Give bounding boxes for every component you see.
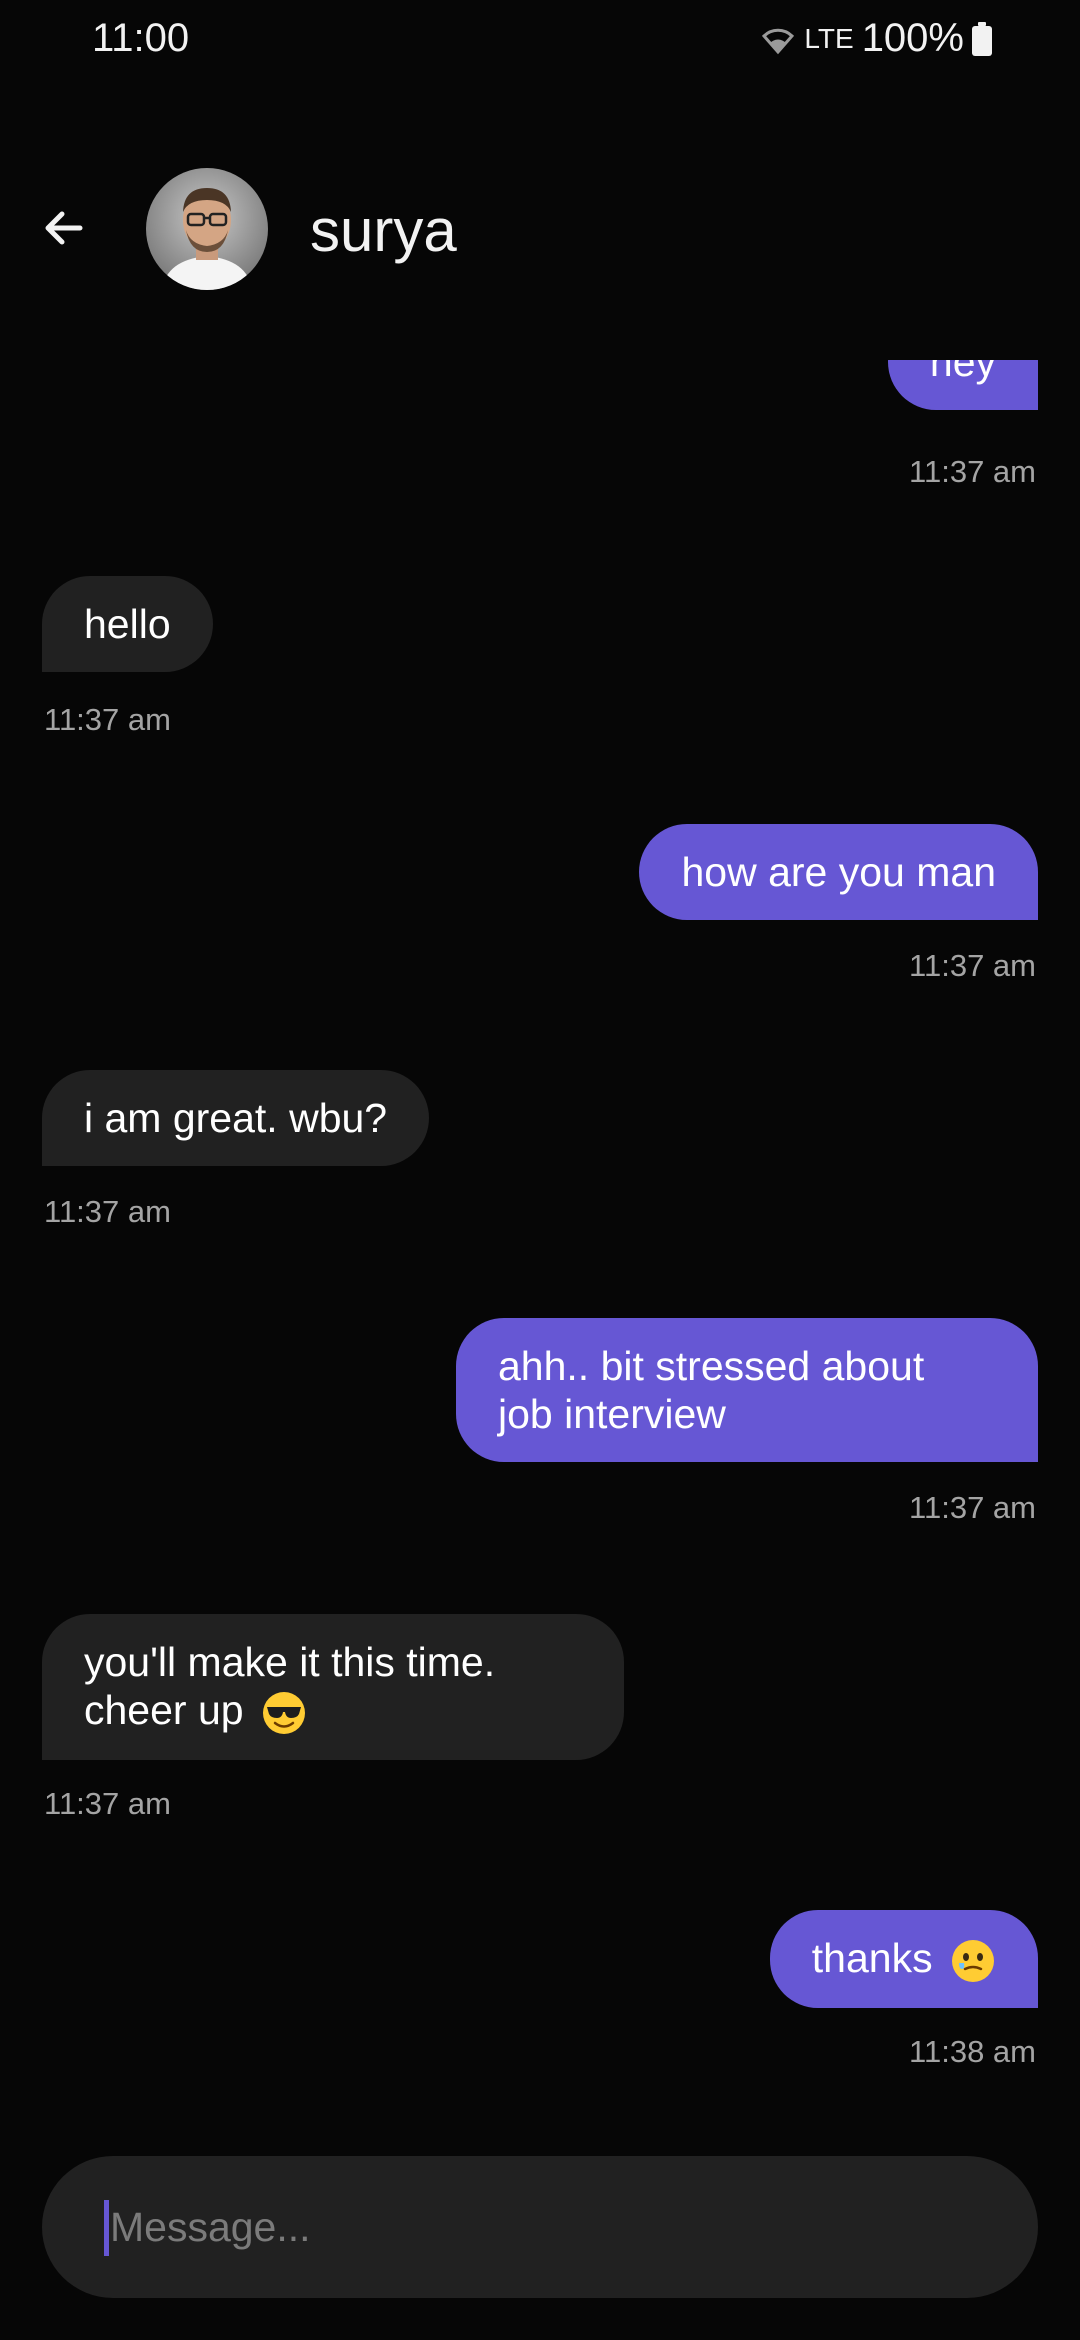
- message-text-line: job interview: [498, 1391, 726, 1437]
- message-bubble-sent[interactable]: how are you man: [639, 824, 1038, 920]
- message-timestamp: 11:37 am: [44, 1194, 171, 1229]
- arrow-left-icon: [45, 211, 83, 245]
- battery-percent: 100%: [861, 16, 964, 60]
- message-list[interactable]: hey 11:37 am hello 11:37 am how are you …: [0, 360, 1080, 2100]
- message-bubble-received[interactable]: i am great. wbu?: [42, 1070, 430, 1166]
- contact-photo: [146, 168, 268, 290]
- message-bubble-sent[interactable]: hey: [887, 360, 1038, 410]
- message-bubble-received[interactable]: you'll make it this time. cheer up: [42, 1614, 624, 1761]
- message-timestamp: 11:37 am: [44, 1786, 171, 1821]
- wifi-icon: [762, 28, 795, 54]
- back-button[interactable]: [36, 200, 92, 256]
- smiling-face-with-sunglasses-icon: [262, 1692, 305, 1735]
- message-bubble-received[interactable]: hello: [42, 576, 213, 672]
- chat-header: surya: [0, 160, 1080, 300]
- network-type: LTE: [804, 22, 854, 54]
- message-bubble-sent[interactable]: ahh.. bit stressed about job interview: [456, 1318, 1038, 1462]
- status-indicators: LTE 100%: [760, 16, 992, 61]
- message-timestamp: 11:37 am: [909, 1490, 1036, 1525]
- message-bubble-sent[interactable]: thanks: [769, 1910, 1038, 2009]
- message-text-line: cheer up: [84, 1687, 244, 1733]
- message-text-line: you'll make it this time.: [84, 1639, 496, 1685]
- status-time: 11:00: [92, 16, 190, 60]
- message-timestamp: 11:38 am: [909, 2034, 1036, 2069]
- message-text: thanks: [811, 1935, 933, 1981]
- chat-screen: 11:00 LTE 100% surya hey 11:37 am hello …: [0, 0, 1080, 2340]
- contact-name[interactable]: surya: [310, 196, 457, 265]
- message-timestamp: 11:37 am: [909, 948, 1036, 983]
- battery-icon: [972, 21, 992, 56]
- face-holding-back-tears-icon: [952, 1940, 994, 1983]
- message-text-line: ahh.. bit stressed about: [498, 1343, 925, 1389]
- avatar[interactable]: [146, 168, 268, 290]
- status-bar: 11:00 LTE 100%: [0, 0, 1080, 84]
- message-timestamp: 11:37 am: [44, 702, 171, 737]
- text-cursor: [104, 2200, 109, 2256]
- message-composer[interactable]: [42, 2156, 1038, 2298]
- message-input[interactable]: [110, 2156, 990, 2298]
- message-timestamp: 11:37 am: [909, 454, 1036, 489]
